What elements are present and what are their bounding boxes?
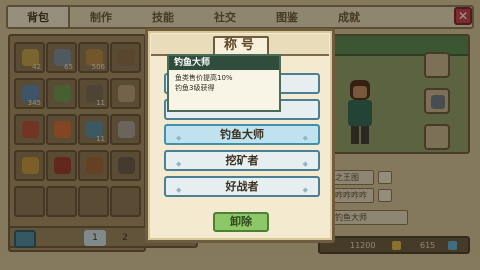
game-screen: 背包 制作 技能 社交 图鉴 成就 ✕ 42 65 506 345 11 11 … (0, 0, 480, 270)
title-tooltip: 钓鱼大师 鱼类售价提高10% 钓鱼3级获得 (167, 54, 281, 112)
dialog-title: 称号 (213, 36, 269, 56)
title-option-label: 好战者 (225, 180, 259, 193)
title-option-warrior[interactable]: ◆ 好战者 ◆ (164, 176, 320, 197)
title-option-label: 钓鱼大师 (220, 128, 264, 141)
dialog-header: 称号 (151, 34, 329, 56)
remove-title-button[interactable]: 卸除 (213, 212, 269, 232)
tooltip-title: 钓鱼大师 (169, 56, 279, 70)
tooltip-effect: 鱼类售价提高10% (175, 74, 233, 82)
title-option-fishing-master[interactable]: ◆ 钓鱼大师 ◆ (164, 124, 320, 145)
title-option-miner[interactable]: ◆ 挖矿者 ◆ (164, 150, 320, 171)
tooltip-source: 钓鱼3级获得 (175, 84, 215, 92)
title-option-label: 挖矿者 (225, 154, 259, 167)
